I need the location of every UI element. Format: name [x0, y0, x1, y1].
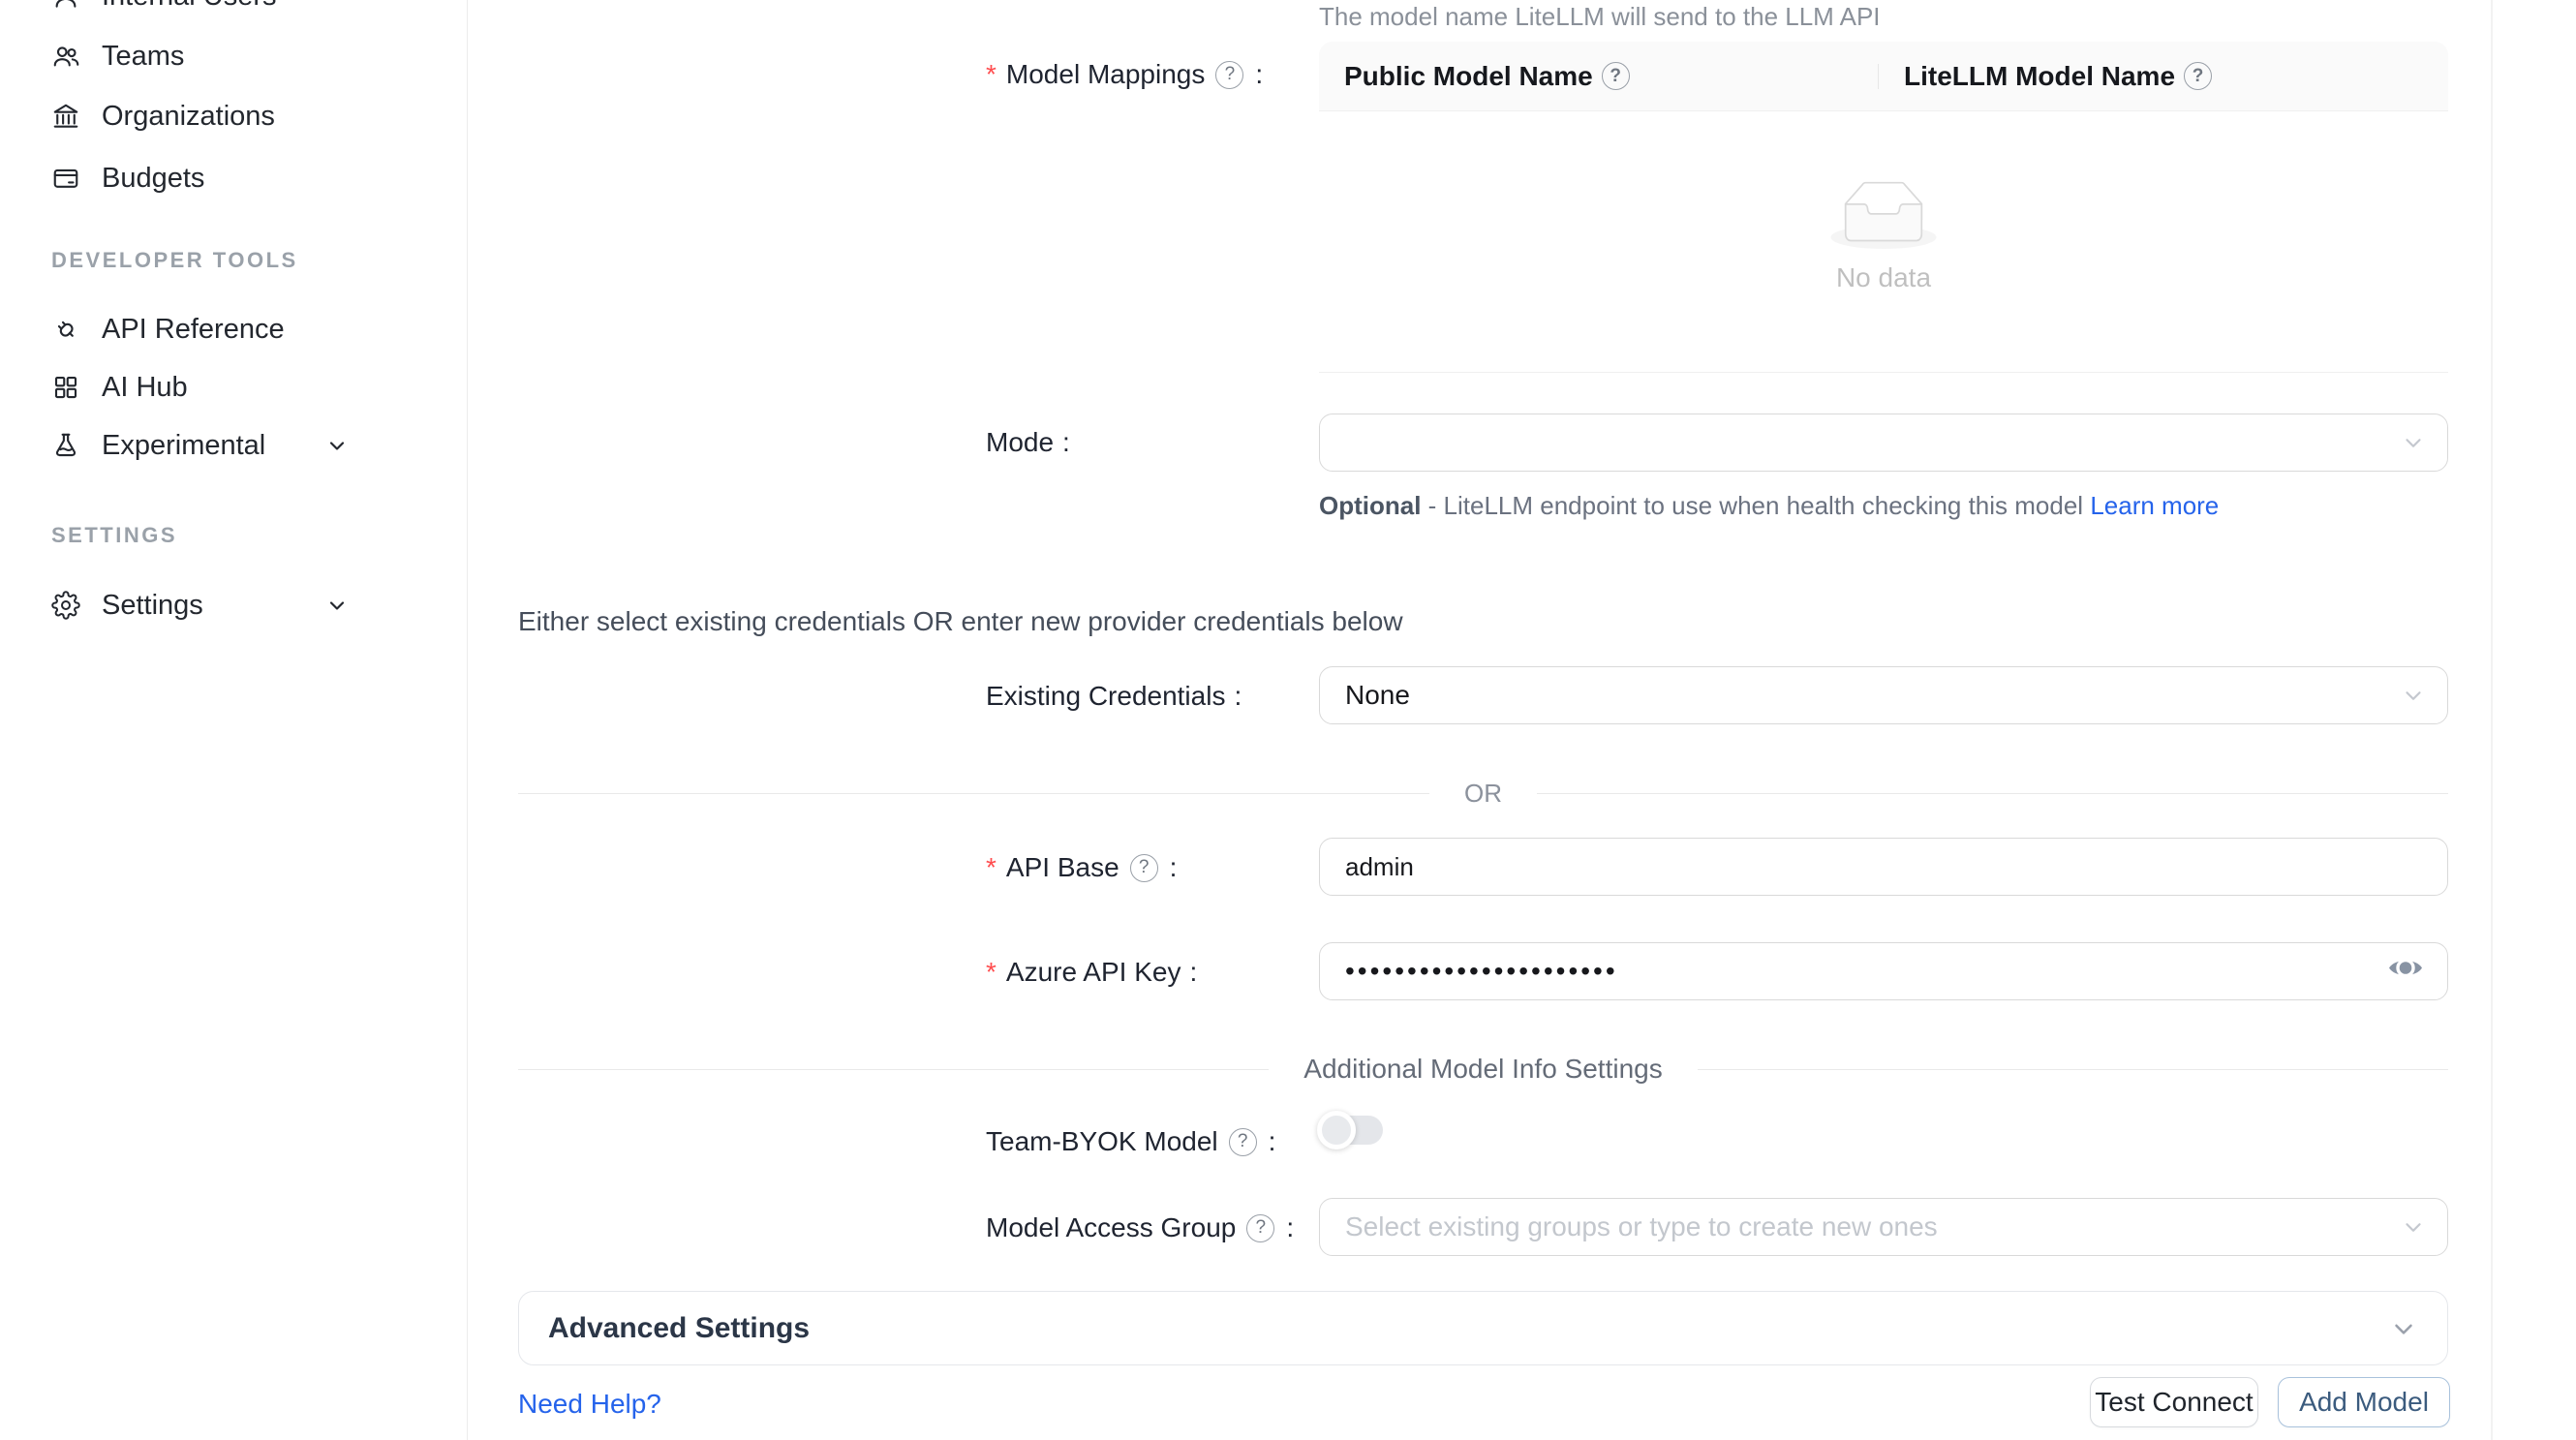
sidebar-item-budgets[interactable]: Budgets — [0, 148, 468, 208]
model-access-group-select[interactable]: Select existing groups or type to create… — [1319, 1198, 2448, 1256]
azure-api-key-label: * Azure API Key : — [986, 957, 1197, 988]
api-base-value: admin — [1345, 852, 1414, 882]
empty-box-icon — [1830, 181, 1937, 249]
toggle-knob — [1317, 1111, 1356, 1149]
advanced-settings-title: Advanced Settings — [548, 1312, 810, 1345]
help-icon[interactable]: ? — [1215, 61, 1243, 89]
divider-text: Additional Model Info Settings — [1303, 1054, 1662, 1085]
help-icon[interactable]: ? — [1130, 854, 1158, 882]
sidebar: Internal Users Teams Organizations Budge… — [0, 0, 468, 1440]
eye-icon[interactable] — [2387, 954, 2424, 990]
additional-settings-divider: Additional Model Info Settings — [518, 1055, 2448, 1084]
chevron-down-icon — [325, 594, 349, 617]
masked-password: •••••••••••••••••••••• — [1345, 942, 1618, 1000]
chevron-down-icon — [2389, 1314, 2418, 1343]
table-empty-state: No data — [1319, 111, 2448, 373]
sidebar-item-internal-users[interactable]: Internal Users — [0, 0, 468, 26]
or-divider: OR — [518, 779, 2448, 808]
litellm-model-name-help: The model name LiteLLM will send to the … — [1319, 2, 1881, 32]
api-base-input[interactable]: admin — [1319, 838, 2448, 896]
sidebar-item-organizations[interactable]: Organizations — [0, 86, 468, 146]
sidebar-item-teams[interactable]: Teams — [0, 26, 468, 86]
api-base-label: * API Base ? : — [986, 852, 1177, 883]
user-icon — [51, 0, 80, 11]
team-byok-toggle[interactable] — [1319, 1116, 1383, 1145]
help-icon[interactable]: ? — [1229, 1128, 1257, 1156]
add-model-button[interactable]: Add Model — [2278, 1377, 2450, 1427]
sidebar-item-label: Experimental — [102, 430, 265, 462]
sidebar-section-settings: SETTINGS — [51, 523, 177, 548]
sidebar-item-settings[interactable]: Settings — [0, 575, 468, 635]
sidebar-item-api-reference[interactable]: API Reference — [0, 299, 468, 359]
grid-icon — [51, 373, 80, 402]
bank-icon — [51, 102, 80, 131]
select-placeholder: Select existing groups or type to create… — [1345, 1211, 1938, 1242]
column-header-litellm-model-name: LiteLLM Model Name ? — [1879, 42, 2448, 110]
plug-icon — [51, 315, 80, 344]
gear-icon — [51, 591, 80, 620]
selected-value: None — [1345, 680, 1410, 711]
need-help-link[interactable]: Need Help? — [518, 1389, 661, 1420]
mode-label: Mode : — [986, 427, 1070, 458]
required-asterisk: * — [986, 852, 997, 883]
learn-more-link[interactable]: Learn more — [2090, 491, 2219, 520]
flask-icon — [51, 431, 80, 460]
model-mappings-label: * Model Mappings ? : — [986, 59, 1263, 90]
sidebar-item-label: API Reference — [102, 314, 285, 346]
model-mappings-table: Public Model Name ? LiteLLM Model Name ? — [1319, 42, 2448, 373]
required-asterisk: * — [986, 59, 997, 90]
test-connect-button[interactable]: Test Connect — [2090, 1377, 2258, 1427]
users-icon — [51, 42, 80, 71]
mode-help-text: Optional - LiteLLM endpoint to use when … — [1319, 484, 2462, 527]
sidebar-section-developer-tools: DEVELOPER TOOLS — [51, 248, 298, 273]
credit-card-icon — [51, 164, 80, 193]
add-model-page: Internal Users Teams Organizations Budge… — [0, 0, 2576, 1440]
sidebar-item-experimental[interactable]: Experimental — [0, 415, 468, 475]
required-asterisk: * — [986, 957, 997, 988]
mode-select[interactable] — [1319, 414, 2448, 472]
sidebar-item-label: AI Hub — [102, 372, 188, 404]
chevron-down-icon — [2401, 430, 2426, 455]
table-header-row: Public Model Name ? LiteLLM Model Name ? — [1319, 42, 2448, 111]
content-right-divider — [2491, 0, 2493, 1440]
sidebar-item-label: Organizations — [102, 101, 275, 133]
team-byok-label: Team-BYOK Model ? : — [986, 1126, 1275, 1157]
sidebar-item-label: Teams — [102, 41, 184, 73]
chevron-down-icon — [325, 434, 349, 457]
sidebar-item-ai-hub[interactable]: AI Hub — [0, 357, 468, 417]
existing-credentials-label: Existing Credentials : — [986, 681, 1242, 712]
help-icon[interactable]: ? — [1246, 1214, 1274, 1242]
help-icon[interactable]: ? — [2184, 62, 2212, 90]
column-header-public-model-name: Public Model Name ? — [1319, 42, 1879, 110]
sidebar-item-label: Settings — [102, 590, 203, 622]
chevron-down-icon — [2401, 683, 2426, 708]
model-access-group-label: Model Access Group ? : — [986, 1212, 1294, 1243]
add-model-form: The model name LiteLLM will send to the … — [468, 0, 2576, 1440]
existing-credentials-select[interactable]: None — [1319, 666, 2448, 724]
chevron-down-icon — [2401, 1214, 2426, 1240]
sidebar-item-label: Budgets — [102, 163, 204, 195]
azure-api-key-input[interactable]: •••••••••••••••••••••• — [1319, 942, 2448, 1000]
sidebar-item-label: Internal Users — [102, 0, 277, 13]
help-icon[interactable]: ? — [1602, 62, 1630, 90]
advanced-settings-panel[interactable]: Advanced Settings — [518, 1291, 2448, 1365]
credentials-note: Either select existing credentials OR en… — [518, 606, 1403, 637]
or-text: OR — [1464, 779, 1502, 809]
no-data-text: No data — [1836, 262, 1931, 293]
